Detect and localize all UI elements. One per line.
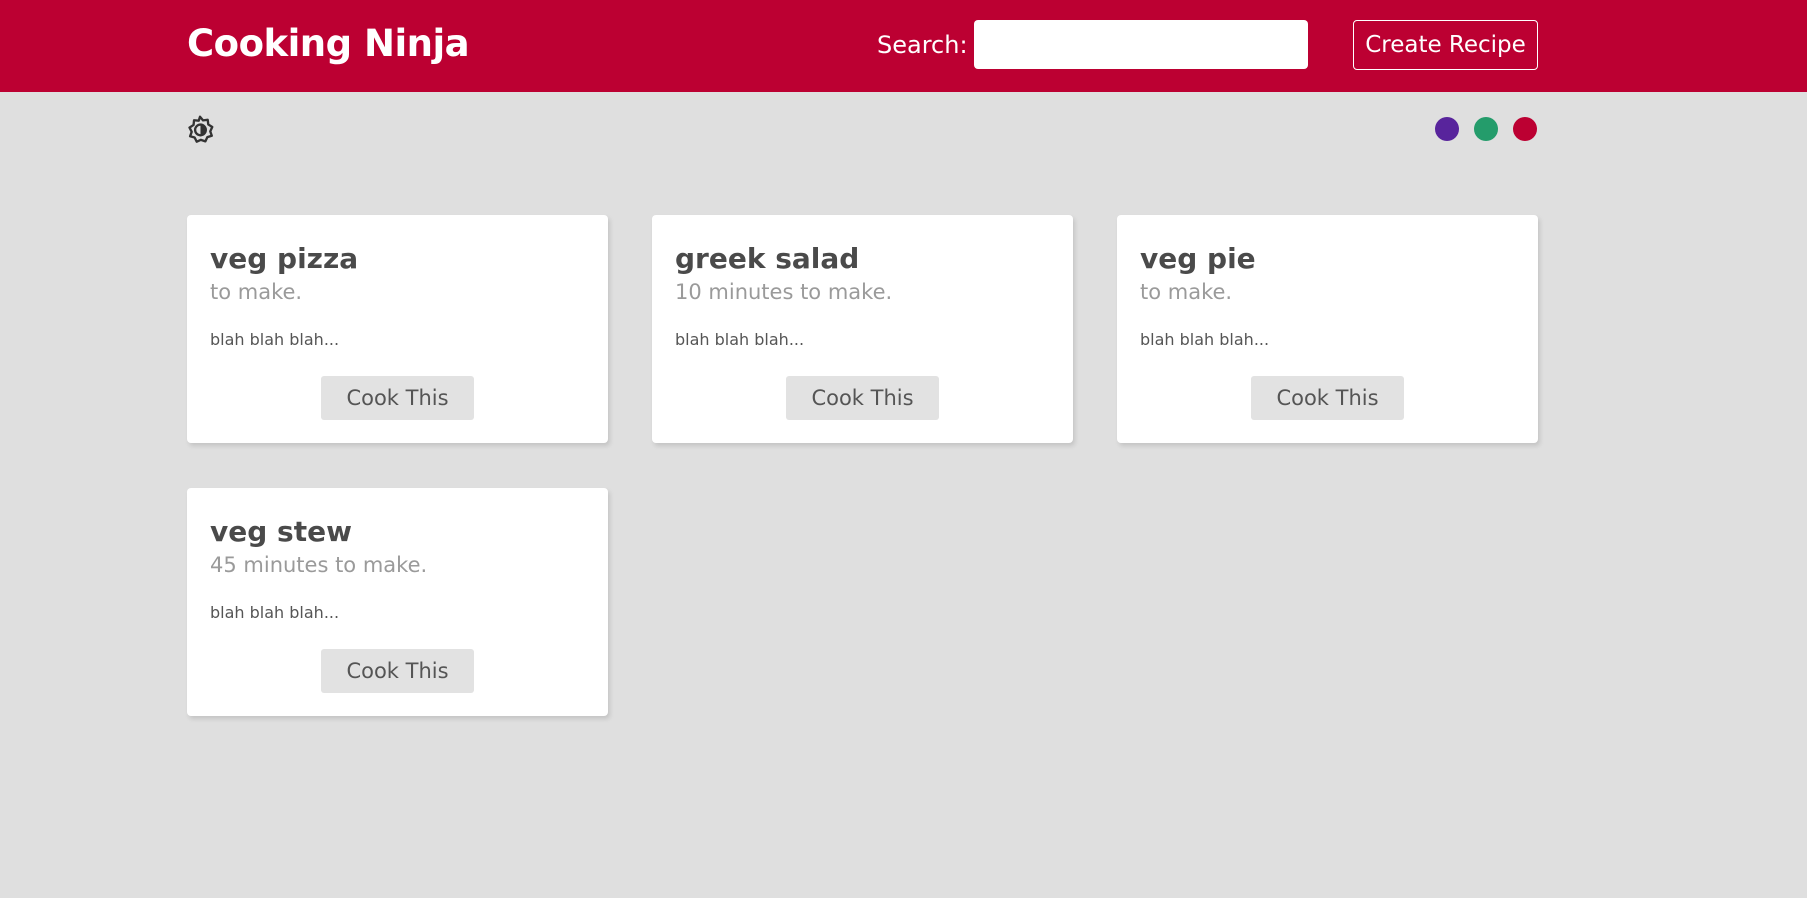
recipe-description: blah blah blah...	[210, 603, 340, 622]
brightness-toggle-icon[interactable]	[186, 115, 214, 143]
cook-this-button[interactable]: Cook This	[786, 376, 939, 420]
theme-swatch-green[interactable]	[1474, 117, 1498, 141]
search-input[interactable]	[974, 20, 1308, 69]
cook-this-button[interactable]: Cook This	[321, 376, 474, 420]
search-label: Search:	[877, 31, 968, 59]
recipe-cook-time: to make.	[1140, 280, 1233, 304]
cook-this-button[interactable]: Cook This	[1251, 376, 1404, 420]
cook-this-button[interactable]: Cook This	[321, 649, 474, 693]
recipe-card: greek salad 10 minutes to make. blah bla…	[652, 215, 1073, 443]
recipe-cook-time: 45 minutes to make.	[210, 553, 428, 577]
navbar: Cooking Ninja Search: Create Recipe	[0, 0, 1807, 92]
recipe-cook-time: to make.	[210, 280, 303, 304]
recipe-description: blah blah blah...	[1140, 330, 1270, 349]
theme-swatch-purple[interactable]	[1435, 117, 1459, 141]
brand-title[interactable]: Cooking Ninja	[187, 22, 470, 65]
theme-swatch-red[interactable]	[1513, 117, 1537, 141]
recipe-title: veg pizza	[210, 242, 359, 275]
recipe-card: veg stew 45 minutes to make. blah blah b…	[187, 488, 608, 716]
recipe-description: blah blah blah...	[210, 330, 340, 349]
recipe-card: veg pie to make. blah blah blah... Cook …	[1117, 215, 1538, 443]
recipe-card: veg pizza to make. blah blah blah... Coo…	[187, 215, 608, 443]
recipe-title: veg pie	[1140, 242, 1256, 275]
recipe-cook-time: 10 minutes to make.	[675, 280, 893, 304]
recipe-description: blah blah blah...	[675, 330, 805, 349]
recipe-title: greek salad	[675, 242, 860, 275]
create-recipe-button[interactable]: Create Recipe	[1353, 20, 1538, 70]
recipe-title: veg stew	[210, 515, 352, 548]
